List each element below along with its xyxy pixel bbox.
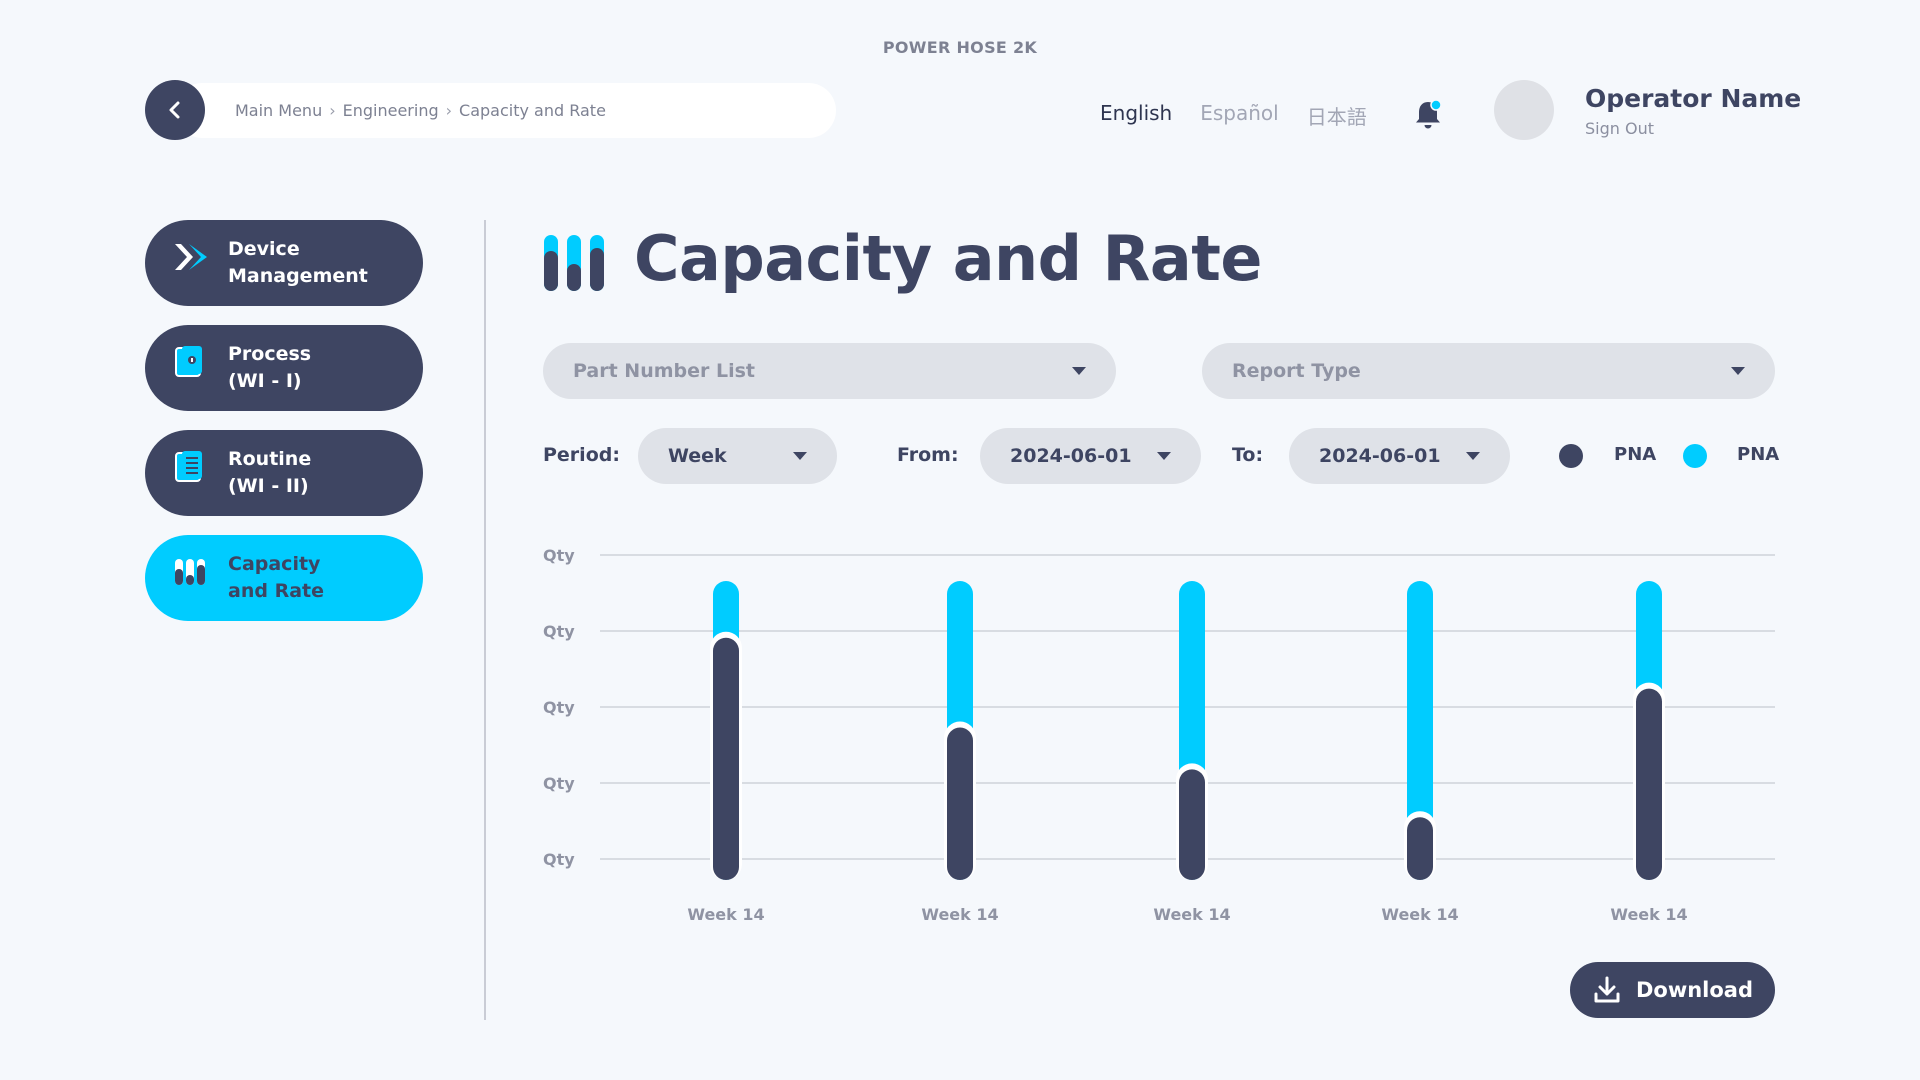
y-tick-label: Qty [543,774,575,793]
part-number-placeholder: Part Number List [573,360,756,382]
part-number-dropdown[interactable]: Part Number List [543,343,1116,399]
chevron-left-icon [169,101,180,119]
y-tick-label: Qty [543,698,575,717]
avatar[interactable] [1494,80,1554,140]
sidebar-item-label: and Rate [228,580,324,602]
language-switcher: English Español 日本語 [1100,101,1367,130]
sidebar-item-label: Routine [228,448,312,470]
from-date-select[interactable]: 2024-06-01 [980,428,1201,484]
to-date-select[interactable]: 2024-06-01 [1289,428,1510,484]
legend-label-series-2: PNA [1737,444,1780,465]
bar-series-1 [713,637,739,880]
sidebar-item-label: (WI - I) [228,370,302,392]
download-icon [1594,976,1620,1003]
process-icon [175,346,202,377]
from-date-value: 2024-06-01 [1010,445,1132,467]
capacity-icon [175,559,205,585]
legend-swatch-series-1 [1559,444,1583,468]
sidebar-item-label: Device [228,238,300,260]
report-type-placeholder: Report Type [1232,360,1361,382]
capacity-icon [544,235,604,291]
breadcrumb: Main Menu › Engineering › Capacity and R… [175,83,836,138]
sidebar-item-process[interactable]: Process (WI - I) [145,325,423,411]
sidebar-divider [484,220,486,1020]
capacity-chart: Qty Qty Qty Qty Qty Week 14 Week 14 Week 14 Week… [543,546,1775,924]
caret-down-icon [1731,367,1745,375]
back-button[interactable] [145,80,205,140]
sidebar-item-label: Capacity [228,553,321,575]
breadcrumb-current: Capacity and Rate [459,101,606,120]
sidebar-item-routine[interactable]: Routine (WI - II) [145,430,423,516]
caret-down-icon [1466,452,1480,460]
routine-icon [175,451,202,482]
breadcrumb-separator: › [445,101,453,120]
x-tick-label: Week 14 [1610,905,1687,924]
notification-bell-icon[interactable] [1413,98,1443,130]
sidebar-item-label: Management [228,265,368,287]
bar-series-1 [947,727,973,880]
page-title: Capacity and Rate [634,222,1262,295]
x-tick-label: Week 14 [1381,905,1458,924]
y-tick-label: Qty [543,622,575,641]
sign-out-link[interactable]: Sign Out [1585,119,1654,138]
breadcrumb-separator: › [329,101,336,120]
breadcrumb-main-menu[interactable]: Main Menu [235,101,322,120]
caret-down-icon [1072,367,1086,375]
period-label: Period: [543,444,620,466]
period-value: Week [668,445,727,467]
x-tick-label: Week 14 [921,905,998,924]
sidebar-item-capacity-and-rate[interactable]: Capacity and Rate [145,535,423,621]
bar-series-1 [1179,769,1205,880]
to-label: To: [1232,444,1264,466]
language-english[interactable]: English [1100,101,1172,130]
language-japanese[interactable]: 日本語 [1307,101,1367,130]
sidebar-item-device-management[interactable]: Device Management [145,220,423,306]
legend-swatch-series-2 [1683,444,1707,468]
language-spanish[interactable]: Español [1200,101,1278,130]
user-name: Operator Name [1585,84,1802,113]
sidebar-item-label: Process [228,343,312,365]
caret-down-icon [1157,452,1171,460]
bar-series-1 [1636,688,1662,880]
sidebar-item-label: (WI - II) [228,475,309,497]
breadcrumb-engineering[interactable]: Engineering [343,101,439,120]
caret-down-icon [793,452,807,460]
x-tick-label: Week 14 [687,905,764,924]
download-button[interactable]: Download [1570,962,1775,1018]
download-label: Download [1635,978,1754,1002]
bar-series-1 [1407,817,1433,880]
x-tick-label: Week 14 [1153,905,1230,924]
legend-label-series-1: PNA [1614,444,1657,465]
from-label: From: [897,444,959,466]
report-type-dropdown[interactable]: Report Type [1202,343,1775,399]
y-tick-label: Qty [543,850,575,869]
app-title: POWER HOSE 2K [882,38,1038,57]
device-icon [175,244,207,270]
y-tick-label: Qty [543,546,575,565]
period-select[interactable]: Week [638,428,837,484]
to-date-value: 2024-06-01 [1319,445,1441,467]
